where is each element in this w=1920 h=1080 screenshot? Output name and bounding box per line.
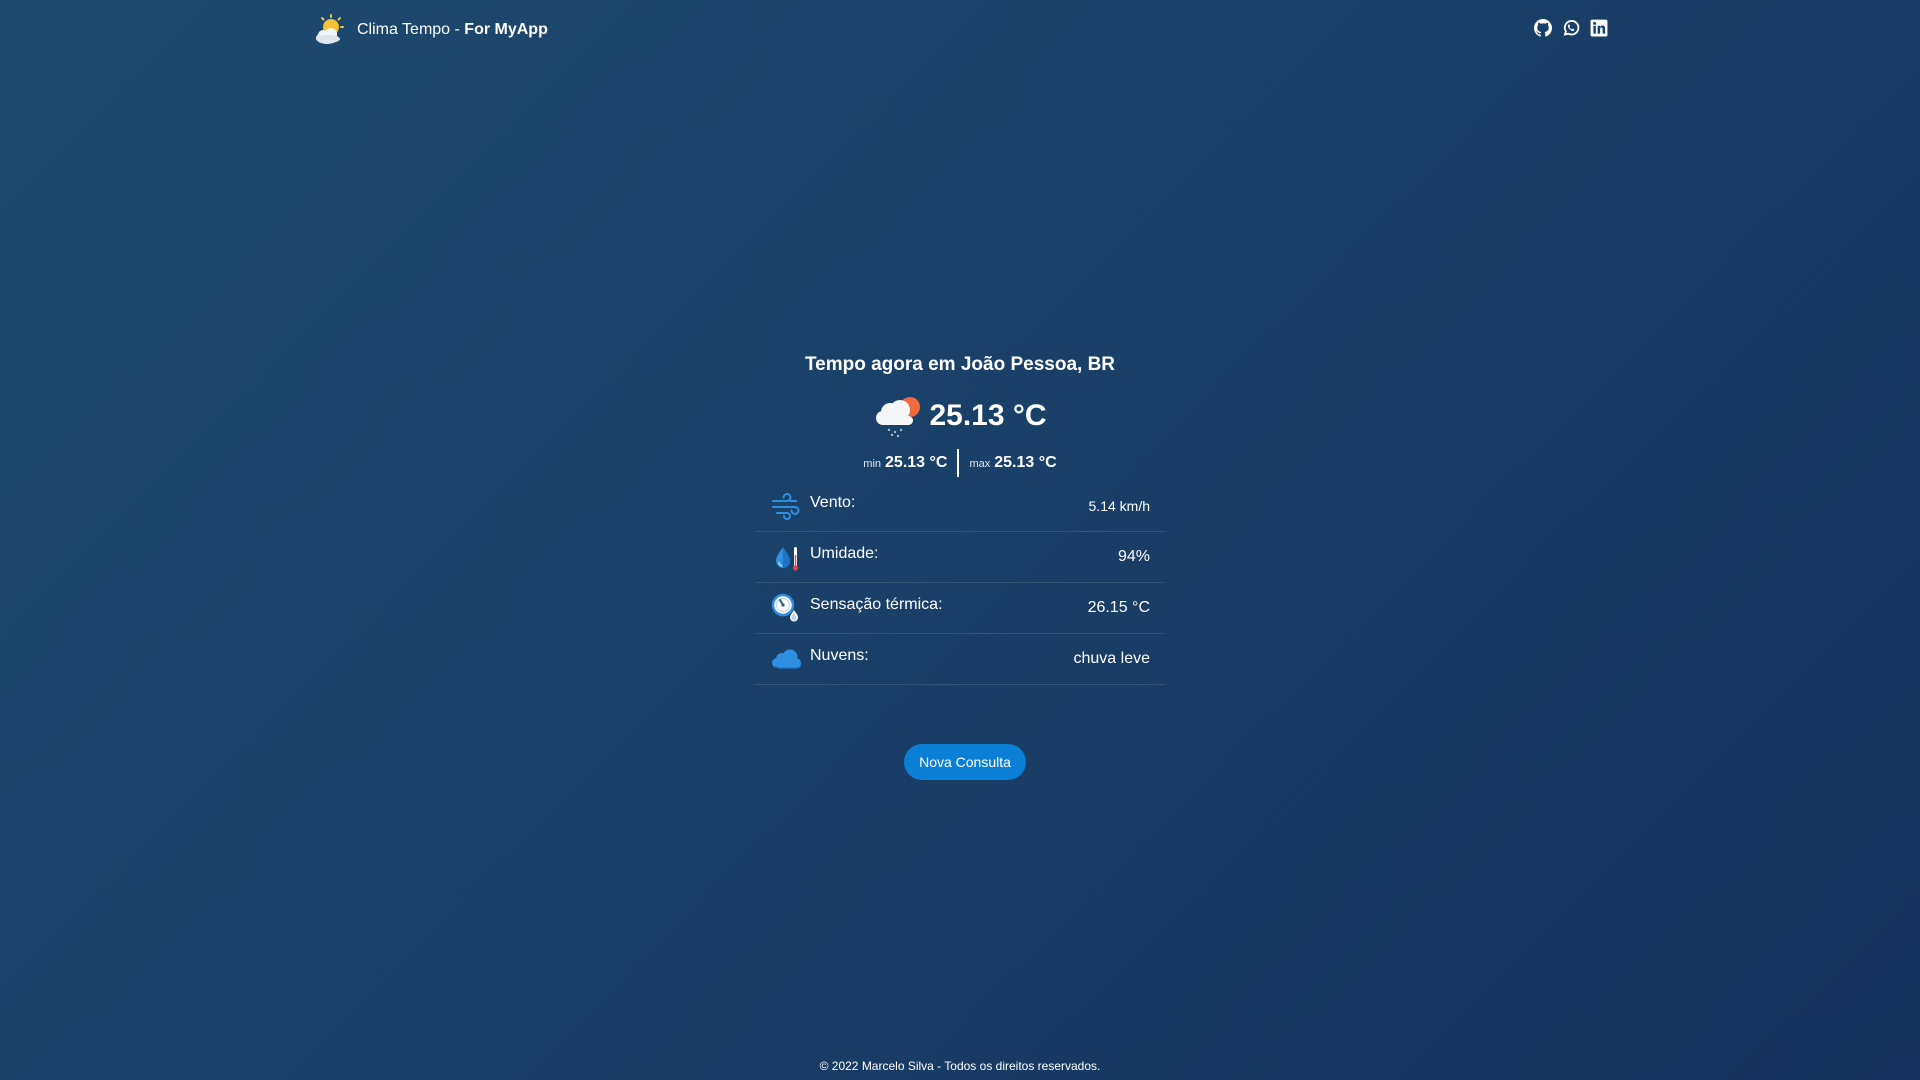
- actions: Nova Consulta: [755, 744, 1165, 780]
- max-label: max: [969, 458, 991, 470]
- detail-value: 5.14 km/h: [1088, 498, 1150, 514]
- github-link[interactable]: [1534, 19, 1552, 37]
- detail-label: Sensação térmica:: [810, 596, 943, 613]
- whatsapp-icon: [1563, 20, 1580, 36]
- github-icon: [1534, 19, 1552, 37]
- detail-row-wind: Vento: 5.14 km/h: [755, 481, 1165, 532]
- current-temperature: 25.13 °C: [755, 389, 1165, 443]
- min-max-temperature: min 25.13 °C max 25.13 °C: [755, 447, 1165, 479]
- linkedin-link[interactable]: [1590, 19, 1608, 37]
- humidity-icon: [776, 547, 799, 571]
- detail-value: chuva leve: [1073, 650, 1151, 667]
- cloud-icon: [772, 649, 802, 669]
- detail-label: Nuvens:: [810, 647, 869, 664]
- wind-icon: [772, 493, 800, 520]
- min-value: 25.13 °C: [885, 454, 948, 471]
- weather-card: Tempo agora em João Pessoa, BR 25.13 °C …: [755, 345, 1165, 780]
- detail-row-humidity: Umidade: 94%: [755, 532, 1165, 583]
- social-links: [1534, 19, 1608, 37]
- new-query-button[interactable]: Nova Consulta: [904, 744, 1026, 780]
- max-value: 25.13 °C: [994, 454, 1057, 471]
- detail-row-clouds: Nuvens: chuva leve: [755, 634, 1165, 685]
- brand[interactable]: Clima Tempo - For MyApp: [313, 14, 548, 46]
- detail-label: Vento:: [810, 494, 856, 511]
- detail-label: Umidade:: [810, 545, 879, 562]
- footer: © 2022 Marcelo Silva - Todos os direitos…: [0, 1059, 1920, 1073]
- brand-title: Clima Tempo - For MyApp: [357, 21, 548, 38]
- min-temperature: min 25.13 °C: [853, 454, 957, 472]
- detail-value: 94%: [1117, 548, 1150, 565]
- whatsapp-link[interactable]: [1562, 19, 1580, 37]
- max-temperature: max 25.13 °C: [959, 454, 1066, 472]
- detail-row-thermal-sensation: Sensação térmica: 26.15 °C: [755, 583, 1165, 634]
- thermal-sensation-icon: [771, 593, 798, 622]
- cloud-rain-sun-icon: [876, 397, 921, 438]
- detail-value: 26.15 °C: [1087, 599, 1150, 616]
- header: Clima Tempo - For MyApp: [0, 0, 1920, 58]
- copyright-text: © 2022 Marcelo Silva - Todos os direitos…: [819, 1059, 1101, 1073]
- weather-details: Vento: 5.14 km/h Umidade: 94% Sensação t…: [755, 481, 1165, 685]
- sun-cloud-logo-icon: [316, 14, 344, 44]
- linkedin-icon: [1590, 19, 1608, 37]
- location-title: Tempo agora em João Pessoa, BR: [804, 354, 1116, 375]
- min-label: min: [863, 458, 882, 470]
- temperature-value: 25.13 °C: [929, 399, 1047, 432]
